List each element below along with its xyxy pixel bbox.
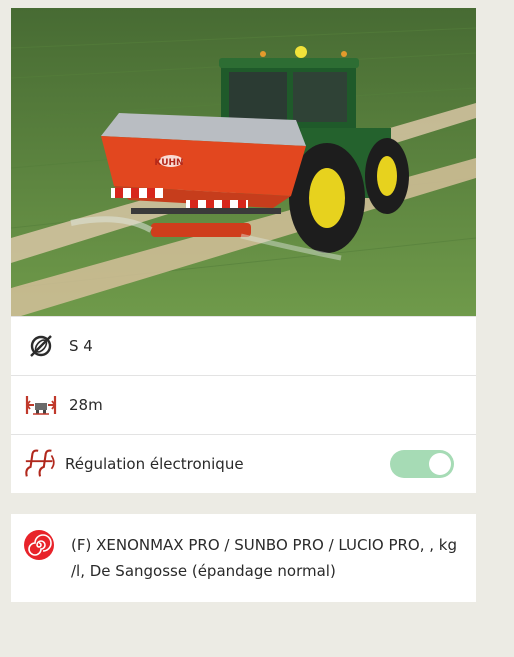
regulation-ff-icon <box>23 449 59 479</box>
regulation-row: Régulation électronique <box>11 434 476 493</box>
disc-row: S 4 <box>11 316 476 375</box>
fertilizer-label: (F) XENONMAX PRO / SUNBO PRO / LUCIO PRO… <box>71 536 458 580</box>
brand-logo-text: KUHN <box>154 158 183 168</box>
working-width-label: 28m <box>69 396 103 414</box>
disc-label: S 4 <box>69 337 93 355</box>
working-width-row: 28m <box>11 375 476 434</box>
disc-slashed-icon <box>23 331 59 361</box>
toggle-knob <box>429 453 451 475</box>
regulation-toggle[interactable] <box>390 450 454 478</box>
fertilizer-swirl-icon <box>24 530 54 560</box>
fertilizer-card[interactable]: (F) XENONMAX PRO / SUNBO PRO / LUCIO PRO… <box>11 514 476 602</box>
working-width-icon <box>23 390 59 420</box>
spreader-photo: KUHN <box>11 8 476 316</box>
regulation-label: Régulation électronique <box>65 455 244 473</box>
spreader-card: KUHN S 4 28m Régulation électronique <box>11 8 476 493</box>
